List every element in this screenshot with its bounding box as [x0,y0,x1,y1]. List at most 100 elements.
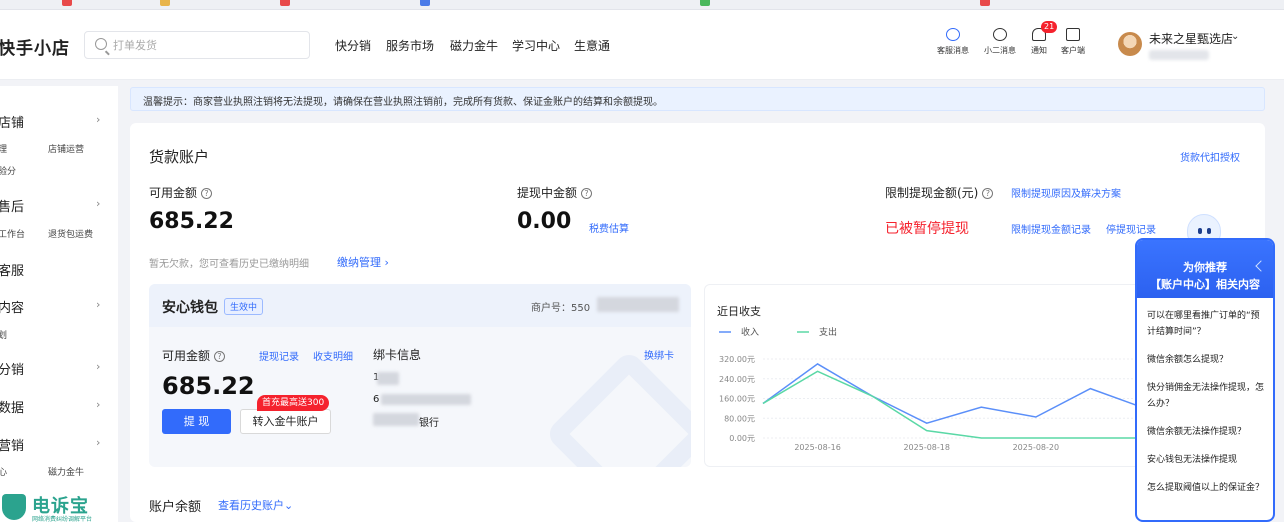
available-label-text: 可用金额 [149,186,198,200]
stop-record-link[interactable]: 停提现记录 [1106,221,1156,236]
x-tick-label: 2025-08-18 [903,443,950,452]
chevron-right-icon[interactable]: › [96,298,100,311]
question-item[interactable]: 怎么提取阈值以上的保证金？ [1147,480,1267,496]
balance-title: 账户余额 [149,500,202,515]
nav-service-market[interactable]: 服务市场 [386,37,434,54]
shop-name[interactable]: 未来之星甄选店 [1149,30,1233,47]
sidebar-item[interactable]: 心 [0,465,7,478]
pay-manage-text: 缴纳管理 [337,256,381,269]
sidebar-section-shop[interactable]: 店铺 [0,112,24,131]
blurred-shop-id [1149,50,1209,60]
x-tick-label: 2025-08-16 [794,443,841,452]
notice-banner: 温馨提示：商家营业执照注销将无法提现，请确保在营业执照注销前，完成所有货款、保证… [130,87,1265,111]
sidebar-section-marketing[interactable]: 营销 [0,435,24,454]
change-card-link[interactable]: 换绑卡 [644,347,674,362]
logo-subtitle: 网络消费纠纷调解平台 [32,516,93,522]
help-icon[interactable]: ? [581,188,593,199]
sidebar-item-cili-jinniu[interactable]: 磁力金牛 [48,465,84,478]
chevron-right-icon[interactable]: › [96,113,100,126]
pay-manage-link[interactable]: 缴纳管理 › [337,254,389,270]
question-item[interactable]: 快分销佣金无法操作提现，怎么办？ [1147,380,1267,412]
history-account-text: 查看历史账户 [218,499,284,512]
tool-customer-service[interactable]: 客服消息 [933,28,973,56]
chevron-right-icon[interactable]: › [96,436,100,449]
available-value: 685.22 [149,209,234,234]
legend-label: 收入 [741,326,759,338]
sidebar-section-data[interactable]: 数据 [0,397,24,416]
limit-record-link[interactable]: 限制提现金额记录 [1011,221,1091,236]
line-chart: 0.00元 80.00元 160.00元 240.00元 320.00元 2025-08-… [719,326,1153,452]
withdraw-button[interactable]: 提 现 [162,409,231,434]
tool-label: 小二消息 [984,46,1016,55]
help-icon[interactable]: ? [214,351,226,362]
history-account-link[interactable]: 查看历史账户⌄ [218,497,293,513]
app-logo[interactable]: 快手小店 [0,34,70,59]
sidebar-item-return-shipping[interactable]: 退货包运费 [48,227,93,240]
sidebar-item[interactable]: 验分 [0,164,16,177]
withdrawing-value: 0.00 [517,209,572,234]
chevron-right-icon[interactable]: › [96,398,100,411]
customer-service-icon [946,28,960,41]
chevron-down-icon[interactable]: ⌄ [1231,31,1239,42]
authorize-link[interactable]: 货款代扣授权 [1180,149,1240,164]
sidebar-item-workbench[interactable]: 工作台 [0,227,25,240]
help-icon[interactable]: ? [982,188,994,199]
dianshubao-logo[interactable]: 电诉宝 网络消费纠纷调解平台 [0,494,118,522]
question-item[interactable]: 可以在哪里看推广订单的“预计结算时间”？ [1147,308,1267,340]
limit-status: 已被暂停提现 [885,221,969,237]
browser-bookmarks-bar [0,0,1284,10]
chat-icon [993,28,1007,41]
tool-client[interactable]: 客户端 [1053,28,1093,56]
withdrawing-label: 提现中金额? [517,184,593,201]
sidebar-section-content[interactable]: 内容 [0,297,24,316]
sidebar-item[interactable]: 划 [0,328,7,341]
search-box[interactable] [84,31,310,59]
chevron-right-icon[interactable]: › [96,360,100,373]
assistant-title: 为你推荐 [1183,261,1227,274]
y-tick-label: 80.00元 [724,414,755,423]
withdrawing-label-text: 提现中金额 [517,186,578,200]
shield-icon [2,494,26,520]
y-tick-label: 240.00元 [719,375,755,384]
series-line [762,370,1145,439]
assistant-subtitle: 【账户中心】相关内容 [1150,278,1260,291]
tool-xiaoer-message[interactable]: 小二消息 [980,28,1020,56]
transfer-jinniu-button[interactable]: 转入金牛账户 [240,409,331,434]
assistant-header: 为你推荐 【账户中心】相关内容 [1137,240,1273,298]
income-detail-link[interactable]: 收支明细 [313,348,353,363]
wallet-panel: 安心钱包 生效中 商户号：550 可用金额? 提现记录 收支明细 685.22 提… [149,284,691,467]
sidebar-item[interactable]: 理 [0,142,7,155]
chevron-right-icon[interactable]: › [96,197,100,210]
nav-cili-jinniu[interactable]: 磁力金牛 [450,37,498,54]
search-input[interactable] [113,36,293,54]
search-icon [95,38,107,50]
withdraw-record-link[interactable]: 提现记录 [259,348,299,363]
nav-learning-center[interactable]: 学习中心 [512,37,560,54]
wallet-available-label: 可用金额? [162,347,226,364]
card-line-3: 银行 [419,418,439,429]
limit-reason-link[interactable]: 限制提现原因及解决方案 [1011,185,1121,200]
chevron-down-icon: ⌄ [284,499,294,512]
blurred-card-number [381,394,471,405]
tax-estimate-link[interactable]: 税费估算 [589,220,629,235]
account-title: 货款账户 [149,148,210,166]
avatar[interactable] [1118,32,1142,56]
question-item[interactable]: 微信余额怎么提现？ [1147,352,1267,368]
wallet-title-text: 安心钱包 [162,300,218,316]
question-item[interactable]: 微信余额无法操作提现？ [1147,424,1267,440]
help-icon[interactable]: ? [201,188,213,199]
limit-label-text: 限制提现金额(元) [885,186,979,200]
sidebar-section-after-sales[interactable]: 售后 [0,196,24,215]
nav-shengyitong[interactable]: 生意通 [574,37,610,54]
debt-text: 暂无欠款，您可查看历史已缴纳明细 [149,259,309,270]
sidebar: 店铺 › 理 店铺运营 验分 售后 › 工作台 退货包运费 客服 内容 › 划 … [0,86,118,522]
nav-kuaifenxiao[interactable]: 快分销 [335,37,371,54]
legend-label: 支出 [819,326,837,338]
sidebar-item-shop-operation[interactable]: 店铺运营 [48,142,84,155]
question-item[interactable]: 安心钱包无法操作提现 [1147,452,1267,468]
status-badge: 生效中 [224,298,264,315]
chevron-right-icon: › [384,256,389,269]
sidebar-section-distribution[interactable]: 分销 [0,359,24,378]
wallet-title: 安心钱包 生效中 [162,297,264,317]
sidebar-section-customer-service[interactable]: 客服 [0,260,24,279]
